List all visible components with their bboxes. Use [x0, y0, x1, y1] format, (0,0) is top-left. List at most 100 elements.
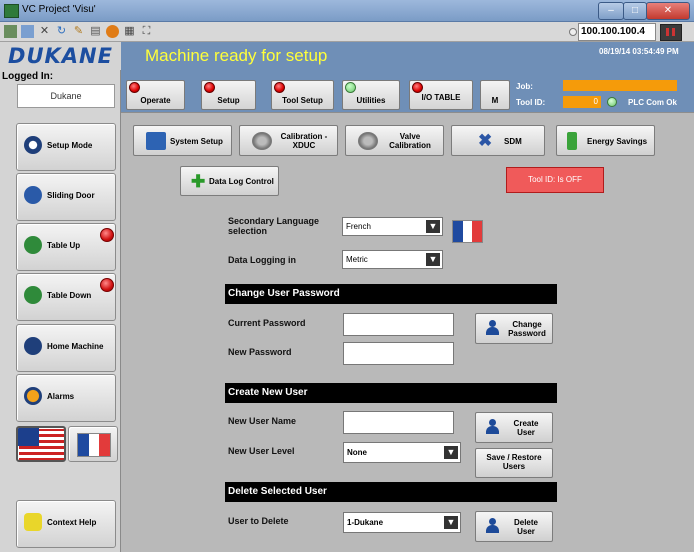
new-user-level-value: None	[347, 448, 367, 457]
sdm-button[interactable]: ✖ SDM	[451, 125, 545, 156]
job-label: Job:	[516, 82, 533, 91]
tab-m[interactable]: M	[480, 80, 510, 110]
setup-mode-button[interactable]: Setup Mode	[16, 123, 116, 171]
battery-icon	[567, 132, 577, 150]
refresh-icon[interactable]: ↻	[55, 25, 68, 38]
tab-io-table[interactable]: I/O TABLE	[409, 80, 473, 110]
us-flag-icon	[18, 428, 39, 446]
energy-savings-label: Energy Savings	[587, 137, 648, 146]
sliding-door-button[interactable]: Sliding Door	[16, 173, 116, 221]
utilities-label: Utilities	[356, 96, 386, 105]
french-flag-icon	[452, 220, 483, 243]
table-down-status-indicator	[100, 278, 114, 292]
table-up-label: Table Up	[47, 241, 81, 250]
data-logging-select[interactable]: Metric ▼	[342, 250, 443, 269]
window-icon[interactable]	[21, 25, 34, 38]
alarm-icon	[24, 387, 42, 405]
data-log-control-button[interactable]: ✚ Data Log Control	[180, 166, 279, 196]
gears-icon	[358, 132, 378, 150]
calibration-xduc-button[interactable]: Calibration - XDUC	[239, 125, 338, 156]
job-field	[563, 80, 677, 91]
user-to-delete-select[interactable]: 1-Dukane ▼	[343, 512, 461, 533]
io-table-status-indicator	[412, 82, 423, 93]
secondary-language-value: French	[346, 222, 371, 231]
wrench-icon: ✖	[478, 131, 493, 150]
grid-icon[interactable]: ▦	[123, 25, 136, 38]
context-help-button[interactable]: Context Help	[16, 500, 116, 548]
new-user-name-label: New User Name	[228, 416, 297, 426]
french-flag-button[interactable]	[68, 426, 118, 462]
status-mini-icon	[660, 24, 682, 41]
io-table-label: I/O TABLE	[421, 93, 461, 102]
plc-status-text: PLC Com Ok	[628, 98, 677, 107]
create-user-button[interactable]: Create User	[475, 412, 553, 443]
fullscreen-icon[interactable]: ⛶	[140, 25, 153, 38]
maximize-button[interactable]: □	[623, 2, 647, 20]
secondary-language-select[interactable]: French ▼	[342, 217, 443, 236]
change-password-button[interactable]: Change Password	[475, 313, 553, 344]
new-user-name-input[interactable]	[343, 411, 454, 434]
energy-savings-button[interactable]: Energy Savings	[556, 125, 655, 156]
tab-operate[interactable]: Operate	[126, 80, 185, 110]
system-setup-icon	[146, 132, 166, 150]
sliding-door-label: Sliding Door	[47, 191, 95, 200]
new-password-input[interactable]	[343, 342, 454, 365]
title-bar: VC Project 'Visu' – □ ✕	[0, 0, 694, 22]
machine-status-message: Machine ready for setup	[145, 46, 328, 65]
tab-tool-setup[interactable]: Tool Setup	[271, 80, 334, 110]
chevron-down-icon: ▼	[444, 446, 458, 459]
alarms-label: Alarms	[47, 392, 75, 401]
tool-id-label: Tool ID:	[516, 98, 546, 107]
tool-id-value: 0	[563, 96, 601, 108]
valve-calibration-button[interactable]: Valve Calibration	[345, 125, 444, 156]
m-label: M	[491, 96, 499, 105]
minimize-button[interactable]: –	[598, 2, 624, 20]
ip-address-field[interactable]: 100.100.100.4	[578, 23, 656, 41]
alert-icon[interactable]	[106, 25, 119, 38]
french-flag-icon	[77, 433, 111, 457]
calibration-xduc-label: Calibration - XDUC	[280, 132, 328, 150]
user-icon	[486, 320, 499, 335]
tab-utilities[interactable]: Utilities	[342, 80, 400, 110]
tab-setup[interactable]: Setup	[201, 80, 256, 110]
tool-id-status-button[interactable]: Tool ID: Is OFF	[506, 167, 604, 193]
system-setup-button[interactable]: System Setup	[133, 125, 232, 156]
user-to-delete-label: User to Delete	[228, 516, 289, 526]
chevron-down-icon: ▼	[426, 253, 440, 266]
context-help-label: Context Help	[47, 518, 97, 527]
gears-icon	[252, 132, 272, 150]
new-password-label: New Password	[228, 347, 292, 357]
alarms-button[interactable]: Alarms	[16, 374, 116, 422]
app-icon	[4, 4, 19, 18]
table-down-label: Table Down	[47, 291, 92, 300]
table-up-status-indicator	[100, 228, 114, 242]
change-password-header: Change User Password	[225, 284, 557, 304]
secondary-language-label: Secondary Language selection	[228, 216, 320, 236]
home-icon	[24, 337, 42, 355]
plc-status-indicator	[607, 97, 617, 107]
new-user-level-select[interactable]: None ▼	[343, 442, 461, 463]
table-up-icon	[24, 236, 42, 254]
save-restore-users-button[interactable]: Save / Restore Users	[475, 448, 553, 478]
data-logging-label: Data Logging in	[228, 255, 296, 265]
window-title: VC Project 'Visu'	[22, 4, 96, 15]
delete-user-button[interactable]: Delete User	[475, 511, 553, 542]
sdm-label: SDM	[504, 137, 522, 146]
tools-icon[interactable]: ✕	[38, 25, 51, 38]
edit-icon[interactable]: ✎	[72, 25, 85, 38]
new-user-level-label: New User Level	[228, 446, 295, 456]
setup-mode-label: Setup Mode	[47, 141, 93, 150]
current-password-input[interactable]	[343, 313, 454, 336]
status-header: Machine ready for setup 08/19/14 03:54:4…	[121, 42, 694, 68]
print-icon[interactable]: ▤	[89, 25, 102, 38]
add-user-icon	[486, 419, 499, 434]
setup-status-indicator	[204, 82, 215, 93]
help-icon	[24, 513, 42, 531]
home-machine-button[interactable]: Home Machine	[16, 324, 116, 372]
english-flag-button[interactable]	[16, 426, 66, 462]
close-button[interactable]: ✕	[646, 2, 690, 20]
table-down-icon	[24, 286, 42, 304]
remove-user-icon	[486, 518, 499, 533]
screen-icon[interactable]	[4, 25, 17, 38]
tool-setup-status-indicator	[274, 82, 285, 93]
